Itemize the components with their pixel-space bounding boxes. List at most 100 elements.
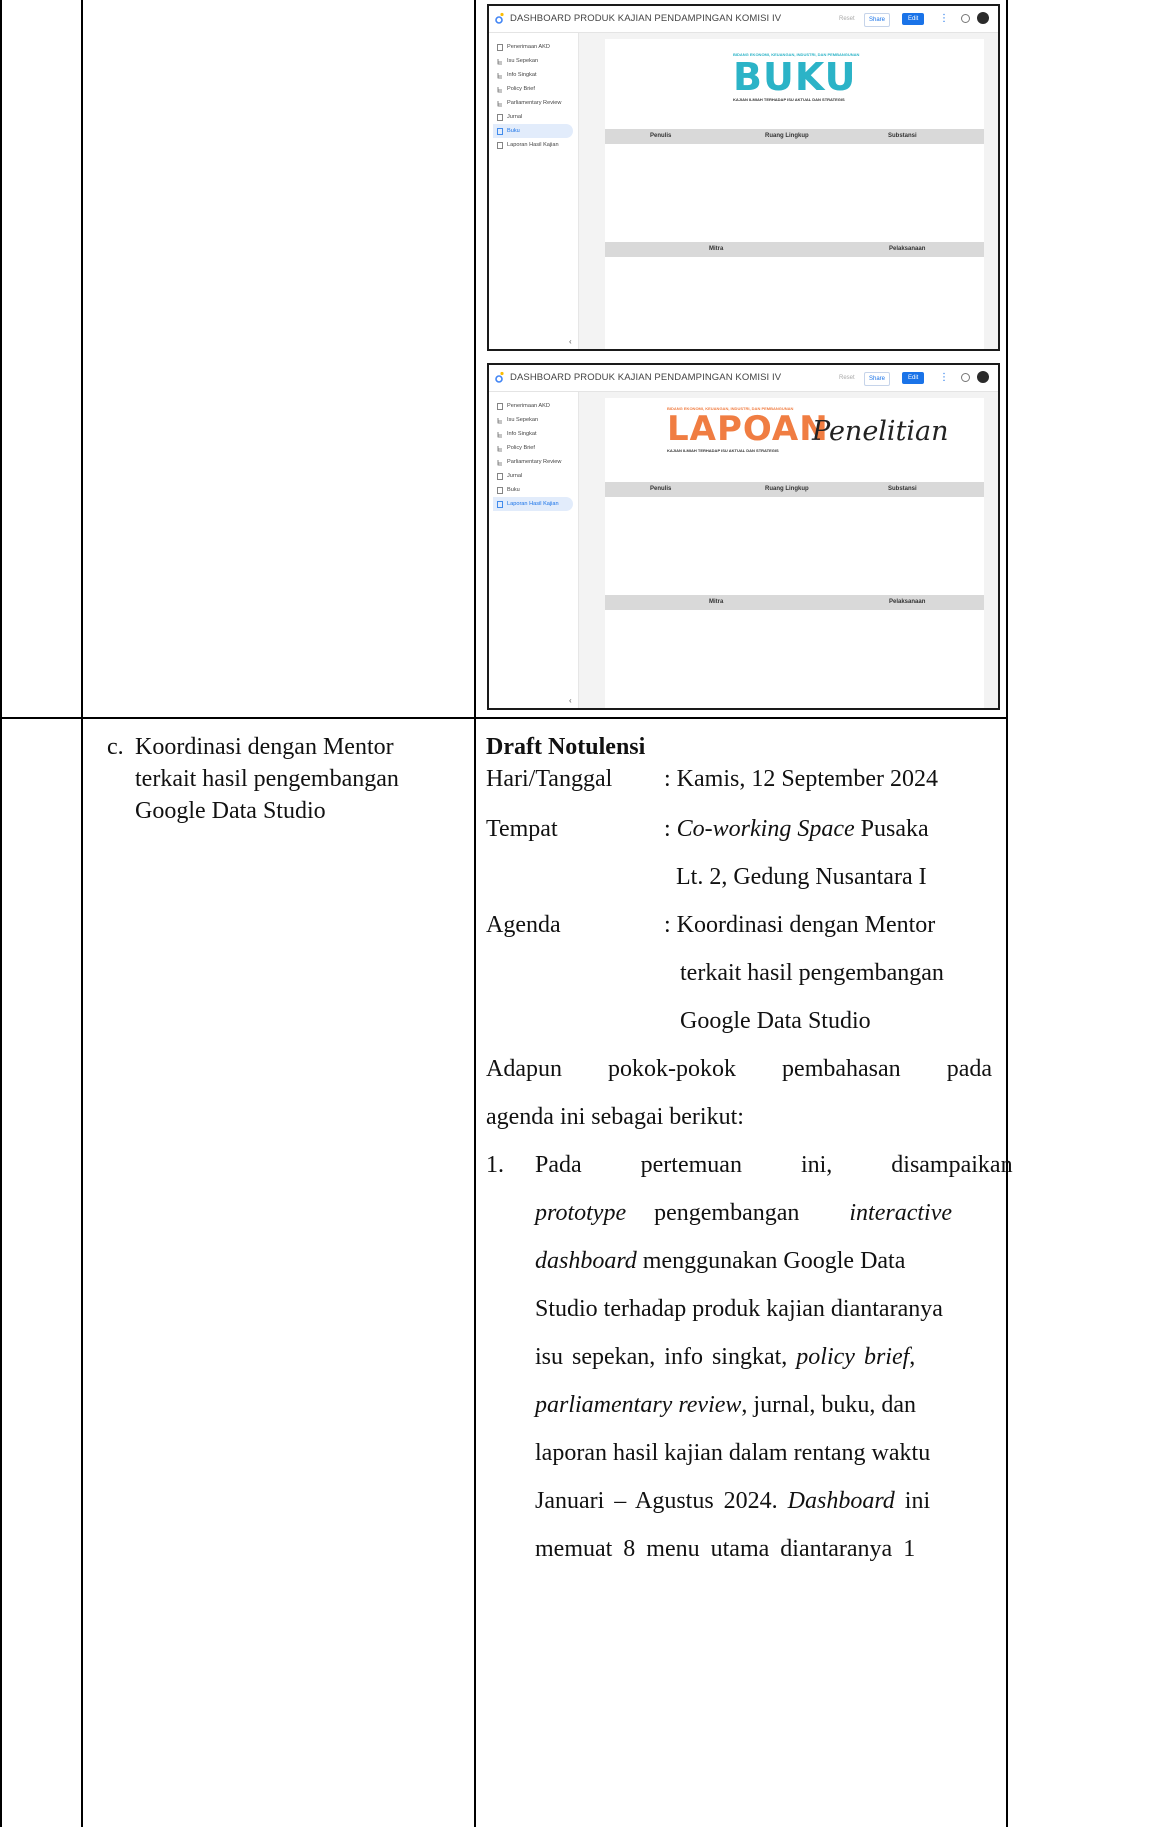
table-border-col1	[81, 0, 83, 1827]
looker-logo-icon	[495, 371, 504, 383]
help-icon[interactable]	[961, 14, 970, 23]
table-row-divider	[0, 717, 1008, 719]
nav-item-parliamentary-review[interactable]: Parliamentary Review	[493, 96, 573, 110]
page-icon	[497, 142, 503, 149]
table-border-col2	[474, 0, 476, 1827]
more-options-icon[interactable]: ⋮	[939, 372, 949, 384]
report-canvas: BIDANG EKONOMI, KEUANGAN, INDUSTRI, DAN …	[605, 398, 984, 708]
nav-item-penerimaan-akd[interactable]: Penerimaan AKD	[493, 40, 573, 54]
tempat-label: Tempat	[486, 816, 558, 842]
nav-item-info-singkat[interactable]: Info Singkat	[493, 427, 573, 441]
point-line-7: laporan hasil kajian dalam rentang waktu	[535, 1440, 931, 1466]
share-button[interactable]: Share	[864, 372, 891, 386]
item-text-line-2: terkait hasil pengembangan	[135, 766, 399, 792]
avatar[interactable]	[977, 12, 989, 24]
banner-subtitle: KAJIAN ILMIAH TERHADAP ISU AKTUAL DAN ST…	[733, 97, 845, 102]
header-mitra: Mitra	[709, 246, 724, 252]
dashboard-topbar: DASHBOARD PRODUK KAJIAN PENDAMPINGAN KOM…	[489, 365, 998, 392]
edit-button[interactable]: Edit	[902, 372, 925, 384]
avatar[interactable]	[977, 371, 989, 383]
subpage-icon	[497, 432, 502, 438]
page-navigation: Penerimaan AKD Isu Sepekan Info Singkat …	[489, 392, 579, 708]
header-ruang-lingkup: Ruang Lingkup	[765, 133, 809, 139]
nav-item-isu-sepekan[interactable]: Isu Sepekan	[493, 54, 573, 68]
point-line-8: Januari – Agustus 2024. Dashboard ini	[535, 1488, 931, 1514]
header-penulis: Penulis	[650, 133, 672, 139]
more-options-icon[interactable]: ⋮	[939, 13, 949, 25]
table-border-right	[1006, 0, 1008, 1827]
subpage-icon	[497, 73, 502, 79]
collapse-sidebar-icon[interactable]: ‹	[569, 337, 572, 346]
point-number: 1.	[486, 1152, 504, 1178]
help-icon[interactable]	[961, 373, 970, 382]
edit-button[interactable]: Edit	[902, 13, 925, 25]
header-band-2: Mitra Pelaksanaan	[605, 595, 984, 610]
agenda-label: Agenda	[486, 912, 561, 938]
reset-button[interactable]: Reset	[839, 13, 855, 25]
header-band-1: Penulis Ruang Lingkup Substansi	[605, 482, 984, 497]
subpage-icon	[497, 460, 502, 466]
header-substansi: Substansi	[888, 486, 917, 492]
hari-label: Hari/Tanggal	[486, 766, 613, 792]
page-icon	[497, 128, 503, 135]
notes-heading: Draft Notulensi	[486, 734, 646, 760]
nav-item-jurnal[interactable]: Jurnal	[493, 469, 573, 483]
page-navigation: Penerimaan AKD Isu Sepekan Info Singkat …	[489, 33, 579, 349]
subpage-icon	[497, 87, 502, 93]
nav-item-info-singkat[interactable]: Info Singkat	[493, 68, 573, 82]
dashboard-topbar: DASHBOARD PRODUK KAJIAN PENDAMPINGAN KOM…	[489, 6, 998, 33]
page-icon	[497, 403, 503, 410]
header-substansi: Substansi	[888, 133, 917, 139]
header-pelaksanaan: Pelaksanaan	[889, 599, 926, 605]
collapse-sidebar-icon[interactable]: ‹	[569, 696, 572, 705]
subpage-icon	[497, 101, 502, 107]
reset-button[interactable]: Reset	[839, 372, 855, 384]
nav-item-penerimaan-akd[interactable]: Penerimaan AKD	[493, 399, 573, 413]
subpage-icon	[497, 59, 502, 65]
page-icon	[497, 473, 503, 480]
point-line-1: Pada pertemuan ini, disampaikan	[535, 1152, 1013, 1178]
page-icon	[497, 44, 503, 51]
header-mitra: Mitra	[709, 599, 724, 605]
nav-item-policy-brief[interactable]: Policy Brief	[493, 82, 573, 96]
dashboard-title: DASHBOARD PRODUK KAJIAN PENDAMPINGAN KOM…	[510, 372, 782, 383]
nav-item-parliamentary-review[interactable]: Parliamentary Review	[493, 455, 573, 469]
header-pelaksanaan: Pelaksanaan	[889, 246, 926, 252]
nav-item-policy-brief[interactable]: Policy Brief	[493, 441, 573, 455]
point-line-4: Studio terhadap produk kajian diantarany…	[535, 1296, 943, 1322]
page-icon	[497, 487, 503, 494]
page-icon	[497, 114, 503, 121]
point-line-9: memuat 8 menu utama diantaranya 1	[535, 1536, 916, 1562]
share-button[interactable]: Share	[864, 13, 891, 27]
agenda-line-1: : Koordinasi dengan Mentor	[664, 912, 936, 938]
table-border-left	[0, 0, 2, 1827]
tempat-value-line-2: Lt. 2, Gedung Nusantara I	[676, 864, 927, 890]
nav-item-laporan-hasil-kajian[interactable]: Laporan Hasil Kajian	[493, 138, 573, 152]
intro-line-1: Adapun pokok-pokok pembahasan pada	[486, 1056, 992, 1082]
hari-value: : Kamis, 12 September 2024	[664, 766, 938, 792]
intro-line-2: agenda ini sebagai berikut:	[486, 1104, 744, 1130]
report-canvas: BIDANG EKONOMI, KEUANGAN, INDUSTRI, DAN …	[605, 39, 984, 349]
point-line-6: parliamentary review, jurnal, buku, dan	[535, 1392, 917, 1418]
looker-logo-icon	[495, 12, 504, 24]
banner-title: BUKU	[733, 55, 857, 99]
header-band-1: Penulis Ruang Lingkup Substansi	[605, 129, 984, 144]
item-text-line-3: Google Data Studio	[135, 798, 326, 824]
subpage-icon	[497, 446, 502, 452]
nav-item-buku[interactable]: Buku	[493, 124, 573, 138]
header-ruang-lingkup: Ruang Lingkup	[765, 486, 809, 492]
nav-item-isu-sepekan[interactable]: Isu Sepekan	[493, 413, 573, 427]
dashboard-title: DASHBOARD PRODUK KAJIAN PENDAMPINGAN KOM…	[510, 13, 782, 24]
point-line-2: prototype pengembangan interactive	[535, 1200, 952, 1226]
dashboard-screenshot-laporan: DASHBOARD PRODUK KAJIAN PENDAMPINGAN KOM…	[487, 363, 1000, 710]
banner-title: LAPOAN	[667, 409, 829, 449]
item-text-line-1: Koordinasi dengan Mentor	[135, 734, 394, 760]
nav-item-laporan-hasil-kajian[interactable]: Laporan Hasil Kajian	[493, 497, 573, 511]
item-marker: c.	[107, 734, 124, 760]
agenda-line-3: Google Data Studio	[680, 1008, 871, 1034]
dashboard-screenshot-buku: DASHBOARD PRODUK KAJIAN PENDAMPINGAN KOM…	[487, 4, 1000, 351]
nav-item-jurnal[interactable]: Jurnal	[493, 110, 573, 124]
nav-item-buku[interactable]: Buku	[493, 483, 573, 497]
banner-script: Penelitian	[812, 416, 949, 447]
tempat-value: : Co-working Space Pusaka	[664, 816, 929, 842]
